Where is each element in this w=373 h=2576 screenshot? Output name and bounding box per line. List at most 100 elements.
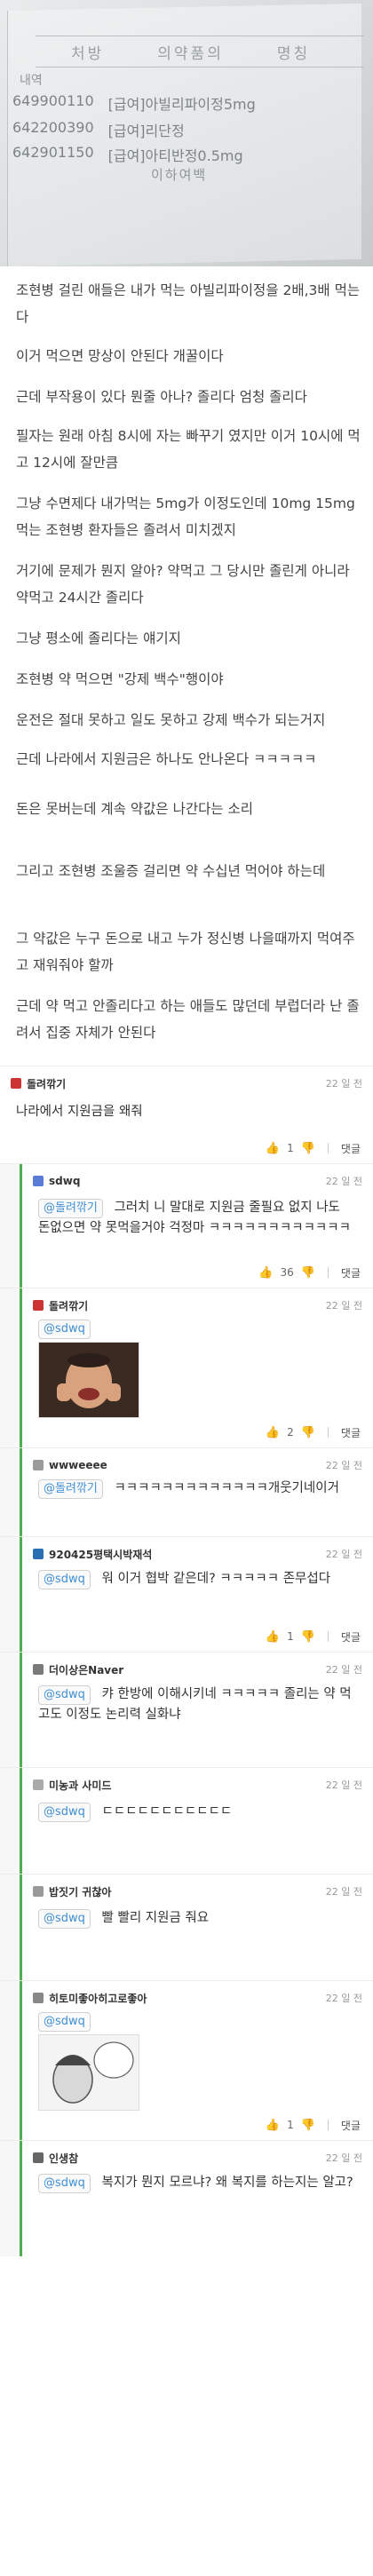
user-avatar-icon [33,1460,44,1470]
comment-author[interactable]: 미농과 사미드 [49,1778,111,1793]
comment-reply: 920425평택시박재석 22 일 전 @sdwq 워 이거 협박 같은데? ㅋ… [0,1536,373,1653]
user-avatar-icon [33,1176,44,1186]
comment-time: 22 일 전 [325,1993,362,2004]
comment-author[interactable]: 돌려깎기 [27,1076,66,1091]
divider [327,2120,329,2130]
prescription-header: 처방 의약품의 명칭 [36,36,364,67]
reply-button[interactable]: 댓글 [341,1141,361,1156]
thumbs-up-icon[interactable]: 👍 [266,2119,280,2132]
post-paragraph: 거기에 문제가 뭔지 알아? 약먹고 그 당시만 졸린게 아니라 약먹고 24시… [16,563,350,606]
comment-time: 22 일 전 [325,1886,362,1898]
divider [327,1631,329,1642]
user-avatar-icon [33,2152,44,2163]
thumbs-up-icon[interactable]: 👍 [266,1630,280,1644]
comment-author[interactable]: 인생참 [49,2151,78,2166]
mention-tag[interactable]: @돌려깎기 [38,1479,103,1499]
user-avatar-icon [33,1779,44,1790]
post-paragraph: 조현병 약 먹으면 "강제 백수"행이야 [16,671,224,687]
thumbs-down-icon[interactable]: 👎 [301,1142,315,1155]
drug-code: 642200390 [12,119,94,136]
mention-tag[interactable]: @sdwq [38,1570,91,1589]
drug-row: 642901150 [급여]아티반정0.5mg [12,144,243,165]
comment-author[interactable]: wwweeee [49,1459,107,1471]
comment-text: 빨 빨리 지원금 줘요 [101,1911,210,1925]
comment-text: 복지가 뭔지 모르냐? 왜 복지를 하는지는 알고? [101,2176,353,2190]
thumbs-down-icon[interactable]: 👎 [301,1426,315,1439]
mention-tag[interactable]: @sdwq [38,1909,91,1929]
post-paragraph: 운전은 절대 못하고 일도 못하고 강제 백수가 되는거지 [16,712,326,728]
post-paragraph: 그 약값은 누구 돈으로 내고 누가 정신병 나을때까지 먹여주고 재워줘야 할… [16,931,355,973]
drug-name: [급여]아빌리파이정5mg [107,96,256,113]
reply-button[interactable]: 댓글 [341,1265,361,1280]
mention-tag[interactable]: @sdwq [38,1803,91,1822]
comment-reply: 인생참 22 일 전 @sdwq 복지가 뭔지 모르냐? 왜 복지를 하는지는 … [0,2140,373,2256]
thumbs-up-icon[interactable]: 👍 [266,1142,280,1155]
thumbs-up-icon[interactable]: 👍 [258,1266,273,1280]
comment-time: 22 일 전 [325,1300,362,1312]
comment-text: ㄷㄷㄷㄷㄷㄷㄷㄷㄷㄷㄷ [101,1804,233,1819]
like-count: 36 [280,1266,294,1279]
comment-text: 워 이거 협박 같은데? ㅋㅋㅋㅋㅋ 존무섭다 [101,1572,331,1586]
comment-reply: 밥짓기 귀찮아 22 일 전 @sdwq 빨 빨리 지원금 줘요 [0,1874,373,1981]
header-cell: 처방 [71,44,105,63]
comment-time: 22 일 전 [325,1549,362,1560]
drug-name: [급여]리단정 [107,123,185,139]
comment: 돌려깎기 22 일 전 나라에서 지원금을 왜줘 👍 1 👎 댓글 [0,1066,373,1164]
user-avatar-icon [33,1886,44,1897]
mention-tag[interactable]: @sdwq [38,2174,91,2193]
like-count: 1 [287,1142,294,1154]
user-avatar-icon [33,1549,44,1559]
post-paragraph: 근데 나라에서 지원금은 하나도 안나온다 ㅋㅋㅋㅋㅋ [16,751,317,767]
manga-panel-image [39,2035,139,2110]
comment-author[interactable]: 920425평택시박재석 [49,1547,152,1562]
mention-tag[interactable]: @sdwq [38,2012,91,2032]
comment-time: 22 일 전 [325,2152,362,2164]
prescription-end-mark: 이하여백 [151,167,208,183]
header-cell: 명칭 [276,44,311,63]
user-avatar-icon [11,1078,21,1089]
prescription-photo: 처방 의약품의 명칭 내역 649900110 [급여]아빌리파이정5mg 64… [0,0,373,266]
post-paragraph: 그리고 조현병 조울증 걸리면 약 수십년 먹어야 하는데 [16,863,326,879]
comment-time: 22 일 전 [325,1078,362,1090]
thumbs-up-icon[interactable]: 👍 [266,1426,280,1439]
comment-reply: wwweeee 22 일 전 @돌려깎기 ㅋㅋㅋㅋㅋㅋㅋㅋㅋㅋㅋㅋㅋ개웃기네이거 [0,1447,373,1537]
post-paragraph: 그냥 수면제다 내가먹는 5mg가 이정도인데 10mg 15mg 먹는 조현병… [16,495,355,538]
comment-time: 22 일 전 [325,1664,362,1676]
reply-button[interactable]: 댓글 [341,1629,361,1645]
divider [327,1267,329,1278]
thumbs-down-icon[interactable]: 👎 [301,1630,315,1644]
reply-button[interactable]: 댓글 [341,1425,361,1440]
mention-tag[interactable]: @sdwq [38,1320,91,1339]
user-avatar-icon [33,1300,44,1311]
thumbs-down-icon[interactable]: 👎 [301,1266,315,1280]
drug-code: 649900110 [12,92,94,109]
comment-time: 22 일 전 [325,1779,362,1791]
mention-tag[interactable]: @돌려깎기 [38,1199,103,1218]
comment-author[interactable]: 더이상은Naver [49,1662,123,1677]
drug-row: 642200390 [급여]리단정 [12,119,185,140]
reply-button[interactable]: 댓글 [341,2118,361,2133]
post-paragraph: 이거 먹으면 망상이 안된다 개꿀이다 [16,348,224,364]
prescription-label: 내역 [20,74,43,88]
comment-reply: 미농과 사미드 22 일 전 @sdwq ㄷㄷㄷㄷㄷㄷㄷㄷㄷㄷㄷ [0,1767,373,1875]
post-paragraph: 근데 약 먹고 안졸리다고 하는 애들도 많던데 부럽더라 난 졸려서 집중 자… [16,998,360,1041]
reaction-image [38,1342,139,1418]
comment-author[interactable]: 밥짓기 귀찮아 [49,1884,111,1899]
comment-text: ㅋㅋㅋㅋㅋㅋㅋㅋㅋㅋㅋㅋㅋ개웃기네이거 [114,1481,339,1495]
thumbs-down-icon[interactable]: 👎 [301,2119,315,2132]
comment-reply: 히토미좋아히고로좋아 22 일 전 @sdwq 👍 1 👎 댓글 [0,1980,373,2141]
mention-tag[interactable]: @sdwq [38,1685,91,1705]
divider [327,1143,329,1153]
user-avatar-icon [33,1993,44,2003]
comment-reply: 돌려깎기 22 일 전 @sdwq 👍 2 👎 댓글 [0,1288,373,1448]
post-paragraph: 돈은 못버는데 계속 약값은 나간다는 소리 [16,801,254,817]
like-count: 1 [287,1630,294,1643]
reaction-image [38,2034,139,2111]
comment-author[interactable]: sdwq [49,1175,80,1187]
comment-author[interactable]: 히토미좋아히고로좋아 [49,1991,147,2006]
post-paragraph: 근데 부작용이 있다 뭔줄 아나? 졸리다 엄청 졸리다 [16,389,307,405]
like-count: 1 [287,2119,294,2131]
drug-name: [급여]아티반정0.5mg [107,147,243,164]
like-count: 2 [287,1426,294,1439]
comment-author[interactable]: 돌려깎기 [49,1298,88,1313]
